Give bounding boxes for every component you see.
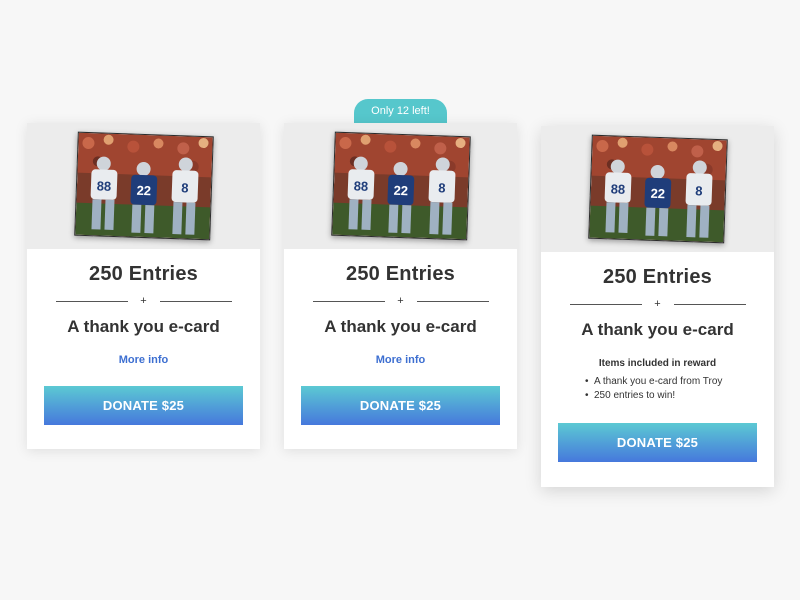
items-list: A thank you e-card from Troy 250 entries…: [568, 375, 764, 403]
card-image-area: [284, 123, 517, 249]
divider-line-left: [569, 303, 642, 305]
reward-title: A thank you e-card: [67, 317, 220, 336]
plus-icon: +: [140, 295, 147, 307]
entries-heading: 250 Entries: [603, 266, 712, 288]
reward-card-3: 250 Entries + A thank you e-card Items i…: [541, 126, 774, 487]
donate-button[interactable]: DONATE $25: [301, 386, 500, 425]
reward-title: A thank you e-card: [581, 320, 734, 339]
divider: +: [541, 298, 774, 310]
reward-title: A thank you e-card: [324, 317, 477, 336]
football-players-image: [330, 131, 471, 241]
divider-line-right: [159, 300, 232, 302]
entries-heading: 250 Entries: [346, 263, 455, 285]
entries-heading: 250 Entries: [89, 263, 198, 285]
donate-button[interactable]: DONATE $25: [44, 386, 243, 425]
card-image-area: [27, 123, 260, 249]
more-info-link[interactable]: More info: [27, 354, 260, 366]
divider: +: [27, 295, 260, 307]
items-included-heading: Items included in reward: [598, 358, 717, 369]
plus-icon: +: [397, 295, 404, 307]
football-players-image: [73, 131, 214, 241]
list-item: 250 entries to win!: [585, 389, 764, 403]
divider-line-left: [55, 300, 128, 302]
more-info-link[interactable]: More info: [284, 354, 517, 366]
reward-card-2: 250 Entries + A thank you e-card More in…: [284, 123, 517, 449]
card-image-area: [541, 126, 774, 252]
divider-line-left: [312, 300, 385, 302]
divider: +: [284, 295, 517, 307]
donate-button[interactable]: DONATE $25: [558, 423, 757, 462]
reward-card-1: 250 Entries + A thank you e-card More in…: [27, 123, 260, 449]
plus-icon: +: [654, 298, 661, 310]
list-item: A thank you e-card from Troy: [585, 375, 764, 389]
football-players-image: [587, 134, 728, 244]
divider-line-right: [416, 300, 489, 302]
stock-badge: Only 12 left!: [354, 99, 447, 123]
divider-line-right: [673, 303, 746, 305]
